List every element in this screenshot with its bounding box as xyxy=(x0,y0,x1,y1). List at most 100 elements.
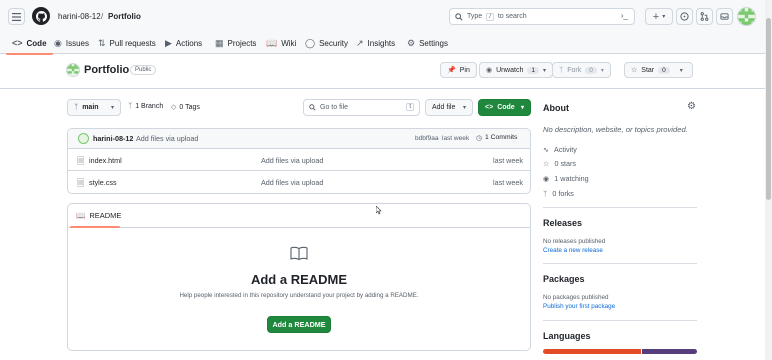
watching-link[interactable]: ◉ 1 watching xyxy=(543,174,589,183)
file-commit-message[interactable]: Add files via upload xyxy=(261,178,323,187)
code-button[interactable]: <> Code ▾ xyxy=(478,99,531,116)
releases-empty: No releases published xyxy=(543,238,606,245)
fork-button[interactable]: ᛉ Fork 0 ▾ xyxy=(552,62,611,78)
add-file-button[interactable]: Add file ▾ xyxy=(425,99,473,116)
chevron-down-icon: ▾ xyxy=(462,105,466,111)
tab-code-label: Code xyxy=(26,38,47,48)
tab-settings[interactable]: ⚙ Settings xyxy=(407,32,448,54)
star-icon: ☆ xyxy=(631,67,638,74)
owner-link[interactable]: harini-08-12 xyxy=(58,12,101,21)
tab-actions[interactable]: ▶ Actions xyxy=(165,32,202,54)
latest-commit-bar: harini-08-12 Add files via upload bdbf9a… xyxy=(68,129,530,149)
tab-issues[interactable]: ◉ Issues xyxy=(54,32,89,54)
eye-icon: ◉ xyxy=(543,174,550,183)
create-new-button[interactable]: + ▾ xyxy=(645,8,673,25)
commits-link[interactable]: ◷ 1 Commits xyxy=(476,134,517,142)
menu-button[interactable] xyxy=(8,8,25,25)
languages-heading: Languages xyxy=(543,331,591,341)
hamburger-icon xyxy=(12,12,21,21)
github-logo-icon[interactable] xyxy=(32,7,50,25)
commit-time: last week xyxy=(442,135,470,142)
file-icon: 🗏 xyxy=(77,156,85,166)
fork-icon: ᛉ xyxy=(543,189,548,198)
scrollbar-thumb[interactable] xyxy=(766,18,771,200)
pull-requests-button[interactable] xyxy=(696,8,713,25)
scrollbar[interactable] xyxy=(765,0,772,360)
table-row[interactable]: 🗏 index.html Add files via upload last w… xyxy=(68,149,530,171)
forks-link[interactable]: ᛉ 0 forks xyxy=(543,189,574,198)
search-key-hint: / xyxy=(486,12,494,21)
readme-header: 📖 README xyxy=(68,204,530,228)
command-palette-icon[interactable]: ›_ xyxy=(621,11,628,20)
inbox-button[interactable] xyxy=(716,8,733,25)
commits-count: 1 Commits xyxy=(484,134,518,141)
star-button[interactable]: ☆ Star 0 ▾ xyxy=(624,62,693,78)
search-placeholder-suffix: to search xyxy=(497,13,527,20)
tab-actions-label: Actions xyxy=(175,38,203,48)
tag-icon: ◇ xyxy=(171,104,177,111)
releases-heading[interactable]: Releases xyxy=(543,218,582,228)
tab-insights-label: Insights xyxy=(367,38,396,48)
readme-tab[interactable]: 📖 README xyxy=(76,211,121,220)
code-label: Code xyxy=(497,104,515,111)
history-icon: ◷ xyxy=(476,135,482,142)
pull-request-icon: ⇅ xyxy=(98,37,106,48)
publish-package-link[interactable]: Publish your first package xyxy=(543,303,615,310)
branch-name: main xyxy=(82,104,99,111)
file-name[interactable]: style.css xyxy=(89,178,117,187)
language-bar-segment xyxy=(543,349,641,354)
commit-hash[interactable]: bdbf9aa xyxy=(415,135,439,142)
packages-heading[interactable]: Packages xyxy=(543,274,585,284)
tab-projects-label: Projects xyxy=(227,38,257,48)
tab-security[interactable]: ◯ Security xyxy=(305,32,348,54)
unwatch-label: Unwatch xyxy=(496,66,524,74)
tab-pull-requests[interactable]: ⇅ Pull requests xyxy=(98,32,156,54)
file-commit-message[interactable]: Add files via upload xyxy=(261,156,323,165)
repo-avatar xyxy=(66,63,80,77)
commit-author-avatar[interactable] xyxy=(78,133,89,144)
go-to-file-placeholder: Go to file xyxy=(320,104,349,111)
go-to-file-input[interactable]: Go to file t xyxy=(303,99,420,116)
branches-link[interactable]: ᛉ1 Branch xyxy=(128,103,163,110)
avatar[interactable] xyxy=(737,7,756,26)
search-input[interactable]: Type / to search ›_ xyxy=(449,8,635,25)
repo-link[interactable]: Portfolio xyxy=(108,12,141,21)
tab-projects[interactable]: ▦ Projects xyxy=(215,32,256,54)
chevron-down-icon: ▾ xyxy=(600,67,604,74)
tab-wiki[interactable]: 📖 Wiki xyxy=(266,32,296,54)
pin-button[interactable]: 📌 Pin xyxy=(440,62,477,78)
readme-heading: Add a README xyxy=(250,272,348,287)
watching-label: 1 watching xyxy=(554,174,589,183)
stars-link[interactable]: ☆ 0 stars xyxy=(543,159,576,168)
commit-message[interactable]: Add files via upload xyxy=(136,134,198,143)
tab-insights[interactable]: ↗ Insights xyxy=(356,32,395,54)
file-name[interactable]: index.html xyxy=(89,156,122,165)
tab-code[interactable]: <> Code xyxy=(6,32,52,55)
gear-icon[interactable]: ⚙ xyxy=(687,101,696,112)
chevron-down-icon: ▾ xyxy=(679,67,683,74)
commit-author[interactable]: harini-08-12 xyxy=(93,134,133,143)
file-time: last week xyxy=(493,178,523,187)
tags-link[interactable]: ◇ 0 Tags xyxy=(171,103,200,112)
fork-icon: ᛉ xyxy=(559,66,564,74)
activity-link[interactable]: ∿ Activity xyxy=(543,145,577,154)
book-icon xyxy=(290,246,308,263)
repo-title: Portfolio xyxy=(84,64,130,76)
language-bar-segment xyxy=(641,349,697,354)
issues-button[interactable] xyxy=(676,8,693,25)
create-release-link[interactable]: Create a new release xyxy=(543,247,603,254)
pulse-icon: ∿ xyxy=(543,145,550,154)
code-icon: <> xyxy=(12,38,23,48)
branches-count: 1 Branch xyxy=(135,103,164,110)
tags-count: 0 Tags xyxy=(179,103,200,111)
divider xyxy=(543,263,697,264)
table-row[interactable]: 🗏 style.css Add files via upload last we… xyxy=(68,171,530,193)
divider xyxy=(543,207,697,208)
unwatch-button[interactable]: ◉ Unwatch 1 ▾ xyxy=(479,62,553,78)
tab-pull-requests-label: Pull requests xyxy=(109,38,156,48)
add-readme-button[interactable]: Add a README xyxy=(267,316,331,333)
branch-selector[interactable]: ᛉ main ▾ xyxy=(67,99,121,116)
inbox-icon xyxy=(720,13,729,20)
file-icon: 🗏 xyxy=(77,178,85,188)
eye-icon: ◉ xyxy=(486,67,493,74)
